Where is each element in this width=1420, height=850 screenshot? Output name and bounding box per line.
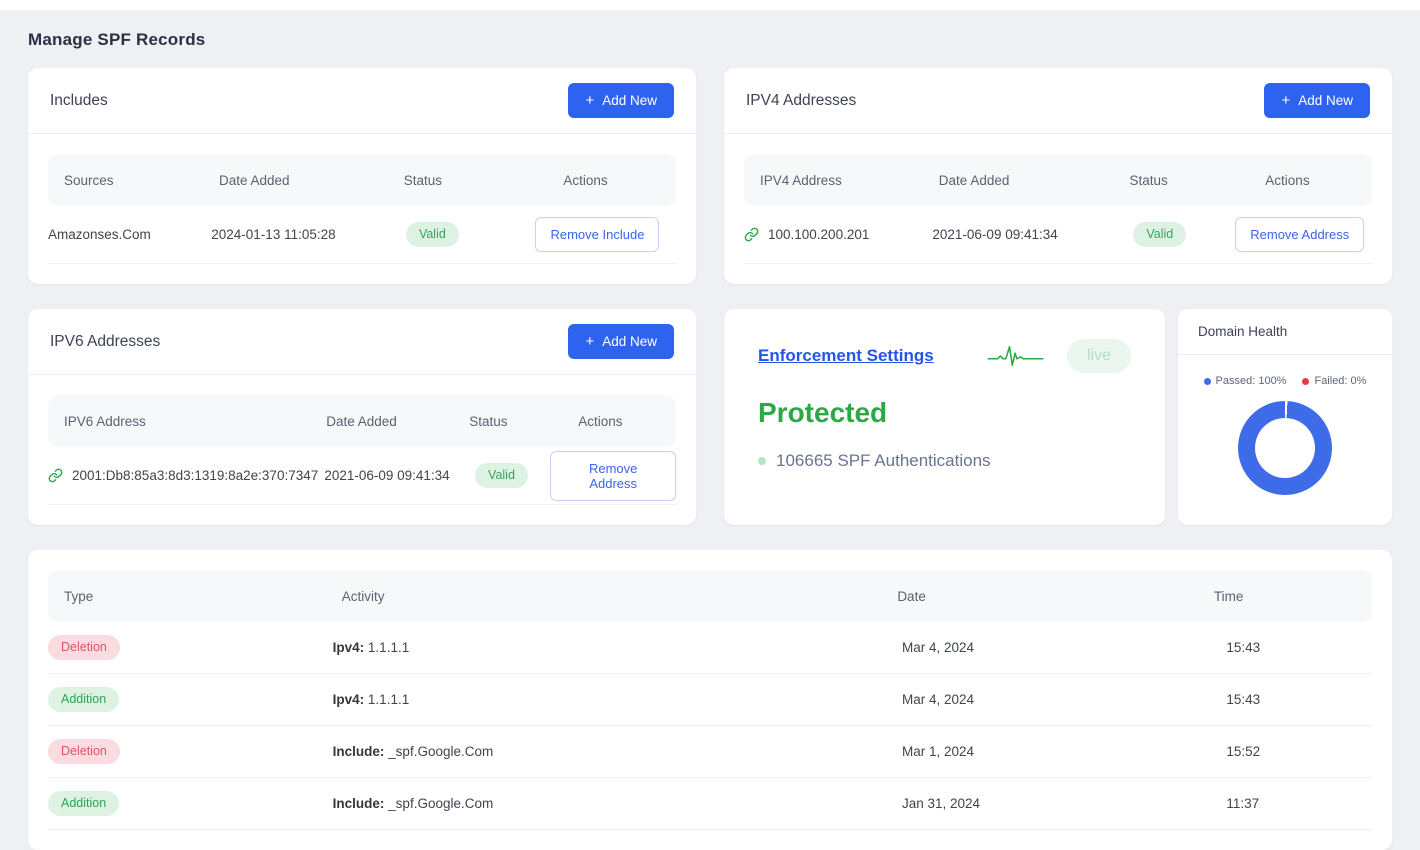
ipv6-date-added: 2021-06-09 09:41:34 xyxy=(324,468,475,483)
legend-item-failed: Failed: 0% xyxy=(1302,375,1366,387)
activity-date: Mar 4, 2024 xyxy=(902,640,1226,655)
table-row: Amazonses.Com 2024-01-13 11:05:28 Valid … xyxy=(48,206,676,264)
ipv6-table-header: IPV6 Address Date Added Status Actions xyxy=(48,395,676,447)
spf-authentications-count: 106665 SPF Authentications xyxy=(776,451,991,471)
status-badge: Valid xyxy=(475,463,528,489)
column-header: Type xyxy=(64,589,342,604)
activity-log-card: Type Activity Date Time Deletion Ipv4: 1… xyxy=(28,550,1392,850)
plus-icon: + xyxy=(585,334,594,349)
ipv6-add-new-button[interactable]: + Add New xyxy=(568,324,674,359)
link-icon xyxy=(744,227,759,242)
plus-icon: + xyxy=(1281,93,1290,108)
enforcement-settings-link[interactable]: Enforcement Settings xyxy=(758,346,934,366)
activity-time: 15:52 xyxy=(1226,744,1372,759)
column-header: Sources xyxy=(64,173,219,188)
ipv4-title: IPV4 Addresses xyxy=(746,92,856,110)
activity-label: Include: xyxy=(333,796,385,811)
heartbeat-icon xyxy=(987,344,1045,368)
add-new-label: Add New xyxy=(602,93,657,108)
remove-address-button[interactable]: Remove Address xyxy=(550,451,676,501)
status-badge: Valid xyxy=(406,222,459,248)
legend-dot-failed xyxy=(1302,378,1309,385)
plus-icon: + xyxy=(585,93,594,108)
activity-table-header: Type Activity Date Time xyxy=(48,570,1372,622)
activity-type-badge: Addition xyxy=(48,791,119,817)
includes-title: Includes xyxy=(50,92,108,110)
activity-time: 11:37 xyxy=(1226,796,1372,811)
includes-add-new-button[interactable]: + Add New xyxy=(568,83,674,118)
activity-date: Mar 4, 2024 xyxy=(902,692,1226,707)
live-badge: live xyxy=(1067,339,1131,373)
enforcement-card: Enforcement Settings live Protected 1066… xyxy=(724,309,1165,525)
column-header: Status xyxy=(404,173,511,188)
ipv4-add-new-button[interactable]: + Add New xyxy=(1264,83,1370,118)
activity-type-badge: Deletion xyxy=(48,635,120,661)
column-header: Status xyxy=(1130,173,1219,188)
includes-table-header: Sources Date Added Status Actions xyxy=(48,154,676,206)
activity-label: Include: xyxy=(333,744,385,759)
column-header: Date Added xyxy=(219,173,404,188)
status-badge: Valid xyxy=(1133,222,1186,248)
protection-status: Protected xyxy=(758,397,1131,429)
include-date-added: 2024-01-13 11:05:28 xyxy=(211,227,406,242)
remove-address-button[interactable]: Remove Address xyxy=(1235,217,1364,252)
add-new-label: Add New xyxy=(602,334,657,349)
include-source: Amazonses.Com xyxy=(48,227,211,242)
ipv6-title: IPV6 Addresses xyxy=(50,333,160,351)
link-icon xyxy=(48,468,63,483)
column-header: Date Added xyxy=(939,173,1130,188)
legend-label: Passed: 100% xyxy=(1216,375,1287,387)
add-new-label: Add New xyxy=(1298,93,1353,108)
activity-value: 1.1.1.1 xyxy=(364,692,409,707)
activity-row: Deletion Ipv4: 1.1.1.1 Mar 4, 2024 15:43 xyxy=(48,622,1372,674)
activity-date: Jan 31, 2024 xyxy=(902,796,1226,811)
column-header: Actions xyxy=(1219,173,1356,188)
activity-row: Deletion Include: _spf.Google.Com Mar 1,… xyxy=(48,726,1372,778)
domain-health-title: Domain Health xyxy=(1198,324,1372,339)
activity-value: 1.1.1.1 xyxy=(364,640,409,655)
top-strip xyxy=(0,0,1420,10)
ipv4-table-header: IPV4 Address Date Added Status Actions xyxy=(744,154,1372,206)
activity-row: Addition Include: _spf.Google.Com Jan 31… xyxy=(48,778,1372,830)
activity-date: Mar 1, 2024 xyxy=(902,744,1226,759)
donut-hole xyxy=(1255,418,1315,478)
table-row: 2001:Db8:85a3:8d3:1319:8a2e:370:7347 202… xyxy=(48,447,676,505)
bullet-dot-icon xyxy=(758,457,766,465)
ipv4-date-added: 2021-06-09 09:41:34 xyxy=(932,227,1133,242)
ipv4-address: 100.100.200.201 xyxy=(768,227,869,242)
column-header: Actions xyxy=(541,414,660,429)
ipv6-address: 2001:Db8:85a3:8d3:1319:8a2e:370:7347 xyxy=(72,468,318,483)
activity-label: Ipv4: xyxy=(333,692,365,707)
activity-type-badge: Addition xyxy=(48,687,119,713)
domain-health-donut xyxy=(1238,401,1332,495)
column-header: Date xyxy=(897,589,1214,604)
column-header: Status xyxy=(469,414,541,429)
activity-value: _spf.Google.Com xyxy=(384,796,493,811)
column-header: IPV6 Address xyxy=(64,414,326,429)
column-header: Time xyxy=(1214,589,1356,604)
donut-legend: Passed: 100% Failed: 0% xyxy=(1188,375,1382,387)
activity-type-badge: Deletion xyxy=(48,739,120,765)
legend-item-passed: Passed: 100% xyxy=(1204,375,1287,387)
activity-time: 15:43 xyxy=(1226,692,1372,707)
page-title: Manage SPF Records xyxy=(28,30,1392,50)
manage-spf-page: Manage SPF Records Includes + Add New So… xyxy=(0,30,1420,850)
activity-time: 15:43 xyxy=(1226,640,1372,655)
activity-row: Addition Ipv4: 1.1.1.1 Mar 4, 2024 15:43 xyxy=(48,674,1372,726)
legend-label: Failed: 0% xyxy=(1314,375,1366,387)
legend-dot-passed xyxy=(1204,378,1211,385)
includes-card: Includes + Add New Sources Date Added St… xyxy=(28,68,696,284)
column-header: Date Added xyxy=(326,414,469,429)
column-header: Activity xyxy=(342,589,898,604)
column-header: Actions xyxy=(511,173,660,188)
column-header: IPV4 Address xyxy=(760,173,939,188)
activity-value: _spf.Google.Com xyxy=(384,744,493,759)
activity-label: Ipv4: xyxy=(333,640,365,655)
remove-include-button[interactable]: Remove Include xyxy=(535,217,659,252)
ipv4-card: IPV4 Addresses + Add New IPV4 Address Da… xyxy=(724,68,1392,284)
domain-health-card: Domain Health Passed: 100% Failed: 0% xyxy=(1178,309,1392,525)
table-row: 100.100.200.201 2021-06-09 09:41:34 Vali… xyxy=(744,206,1372,264)
ipv6-card: IPV6 Addresses + Add New IPV6 Address Da… xyxy=(28,309,696,525)
